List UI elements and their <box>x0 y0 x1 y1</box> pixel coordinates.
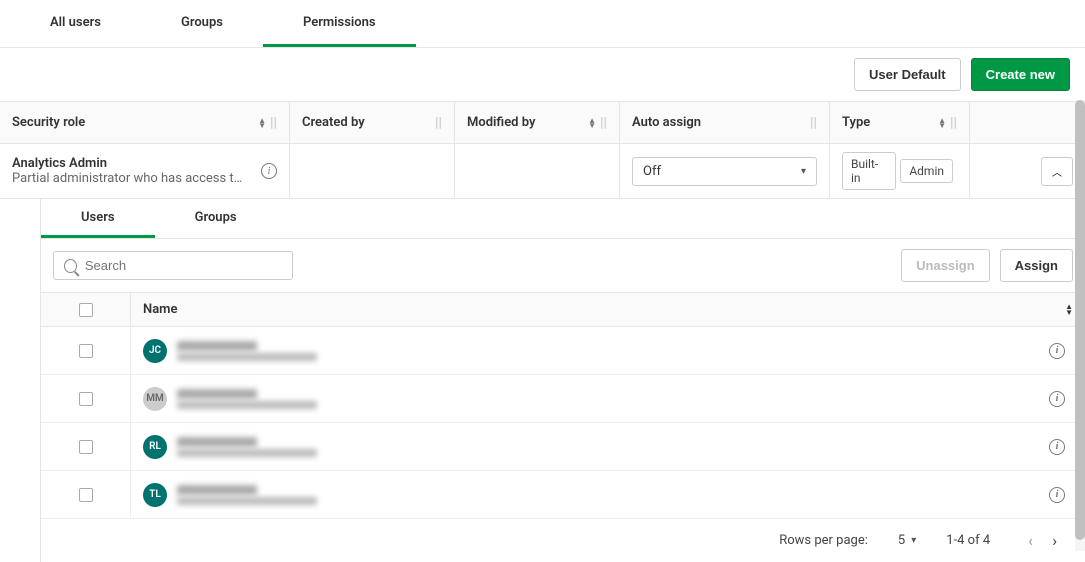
role-desc: Partial administrator who has access t… <box>12 171 242 186</box>
resize-handle[interactable]: || <box>600 115 607 131</box>
info-icon[interactable]: i <box>261 163 277 179</box>
auto-assign-value: Off <box>643 164 661 179</box>
collapse-button[interactable]: ︿ <box>1041 157 1073 186</box>
user-name-blurred <box>177 389 317 409</box>
sort-icon[interactable]: ▲▼ <box>938 118 946 128</box>
rows-per-page-label: Rows per page: <box>779 533 868 548</box>
search-input[interactable] <box>85 258 282 273</box>
sub-tab-groups[interactable]: Groups <box>155 199 277 238</box>
info-icon[interactable]: i <box>1049 439 1065 455</box>
grid-row: Analytics Admin Partial administrator wh… <box>0 144 1085 199</box>
user-row[interactable]: JC i <box>41 327 1085 375</box>
type-chip-admin: Admin <box>900 159 953 183</box>
resize-handle[interactable]: || <box>435 115 442 131</box>
user-row[interactable]: TL i <box>41 471 1085 519</box>
chevron-down-icon: ▾ <box>911 535 916 546</box>
select-all-checkbox[interactable] <box>79 303 93 317</box>
info-icon[interactable]: i <box>1049 343 1065 359</box>
toolbar: User Default Create new <box>0 48 1085 102</box>
avatar: MM <box>143 387 167 411</box>
cell-auto-assign: Off ▾ <box>620 144 830 198</box>
col-header-created-by[interactable]: Created by || <box>290 102 455 143</box>
assign-button[interactable]: Assign <box>1000 249 1073 282</box>
avatar: TL <box>143 483 167 507</box>
col-header-label: Name <box>143 302 177 317</box>
avatar: JC <box>143 339 167 363</box>
cell-type: Built-in Admin <box>830 144 970 198</box>
resize-handle[interactable]: || <box>810 115 817 131</box>
search-input-wrapper[interactable] <box>53 251 293 280</box>
col-header-modified-by[interactable]: Modified by ▲▼ || <box>455 102 620 143</box>
rows-per-page-select[interactable]: 5 ▾ <box>898 533 916 548</box>
resize-handle[interactable]: || <box>270 115 277 131</box>
chevron-down-icon: ▾ <box>801 166 806 177</box>
resize-handle[interactable]: || <box>950 115 957 131</box>
cell-actions: ︿ <box>970 144 1085 198</box>
search-icon <box>64 259 77 273</box>
tab-permissions[interactable]: Permissions <box>263 0 416 47</box>
row-checkbox[interactable] <box>79 488 93 502</box>
scrollbar-thumb[interactable] <box>1075 100 1085 540</box>
sub-tab-users[interactable]: Users <box>41 199 155 238</box>
scrollbar[interactable] <box>1075 100 1085 551</box>
col-header-label: Modified by <box>467 115 535 130</box>
create-new-button[interactable]: Create new <box>971 58 1070 91</box>
grid-header: Security role ▲▼ || Created by || Modifi… <box>0 102 1085 144</box>
user-table-header: Name ▲▼ <box>41 293 1085 327</box>
row-checkbox[interactable] <box>79 440 93 454</box>
sort-icon[interactable]: ▲▼ <box>1065 304 1073 316</box>
info-icon[interactable]: i <box>1049 391 1065 407</box>
row-checkbox[interactable] <box>79 392 93 406</box>
next-page-button[interactable]: › <box>1044 531 1065 550</box>
user-name-blurred <box>177 485 317 505</box>
rows-per-page-value: 5 <box>898 533 905 548</box>
sub-tabs: Users Groups <box>41 199 1085 239</box>
user-row[interactable]: MM i <box>41 375 1085 423</box>
tab-groups[interactable]: Groups <box>141 0 263 47</box>
col-header-security-role[interactable]: Security role ▲▼ || <box>0 102 290 143</box>
pagination: Rows per page: 5 ▾ 1-4 of 4 ‹ › <box>41 519 1085 562</box>
col-header-type[interactable]: Type ▲▼ || <box>830 102 970 143</box>
detail-panel: Users Groups Unassign Assign Name ▲▼ JC i… <box>40 199 1085 562</box>
col-header-auto-assign[interactable]: Auto assign || <box>620 102 830 143</box>
prev-page-button[interactable]: ‹ <box>1020 531 1041 550</box>
col-header-label: Auto assign <box>632 115 701 130</box>
top-tabs: All users Groups Permissions <box>0 0 1085 48</box>
col-header-name[interactable]: Name ▲▼ <box>131 302 1085 317</box>
user-default-button[interactable]: User Default <box>854 58 961 91</box>
col-header-label: Security role <box>12 115 85 130</box>
sort-icon[interactable]: ▲▼ <box>258 118 266 128</box>
sort-icon[interactable]: ▲▼ <box>588 118 596 128</box>
pagination-range: 1-4 of 4 <box>946 533 990 548</box>
role-title: Analytics Admin <box>12 156 242 171</box>
cell-modified-by <box>455 144 620 198</box>
tab-all-users[interactable]: All users <box>10 0 141 47</box>
cell-security-role: Analytics Admin Partial administrator wh… <box>0 144 290 198</box>
unassign-button[interactable]: Unassign <box>901 249 990 282</box>
cell-created-by <box>290 144 455 198</box>
info-icon[interactable]: i <box>1049 487 1065 503</box>
user-row[interactable]: RL i <box>41 423 1085 471</box>
user-name-blurred <box>177 341 317 361</box>
col-header-label: Type <box>842 115 870 130</box>
col-header-label: Created by <box>302 115 365 130</box>
row-checkbox[interactable] <box>79 344 93 358</box>
type-chip-builtin: Built-in <box>842 152 896 190</box>
auto-assign-select[interactable]: Off ▾ <box>632 157 817 186</box>
user-name-blurred <box>177 437 317 457</box>
search-bar: Unassign Assign <box>41 239 1085 293</box>
col-header-actions <box>970 102 1085 143</box>
avatar: RL <box>143 435 167 459</box>
